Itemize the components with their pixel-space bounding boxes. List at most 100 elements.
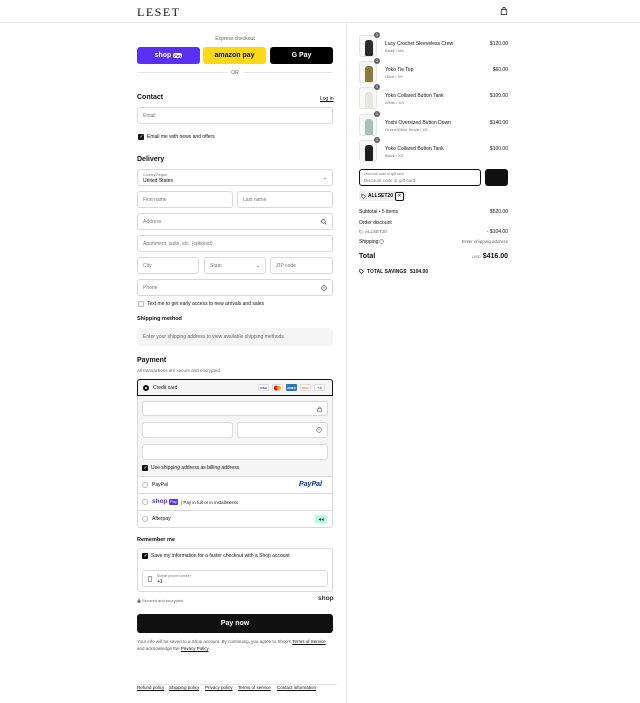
state-select[interactable]: State ⌄ [204,257,266,274]
first-name-field[interactable]: First name [137,191,233,208]
privacy-policy-link[interactable]: Privacy Policy [181,646,209,651]
product-name: Lucy Crochet Sleeveless Crew [385,41,454,47]
apply-discount-button[interactable] [485,169,508,186]
credit-card-label: Credit card [153,385,178,391]
store-logo[interactable]: LESET [137,5,181,20]
product-image [365,92,373,108]
order-discount-row: Order discount [359,220,508,226]
discount-code-placeholder: Discount code or gift card [364,178,416,183]
login-link[interactable]: Log in [320,96,334,102]
shop-pay-button[interactable]: shop Pay [137,47,200,64]
product-variant: White / XS [385,100,404,105]
product-image [365,145,373,161]
subtotal-label: Subtotal • 5 items [359,209,398,215]
shipping-method-info: Enter your shipping address to view avai… [137,328,333,346]
billing-same-checkbox[interactable] [142,465,148,471]
quantity-badge: 1 [374,137,380,143]
product-price: $60.00 [492,67,508,73]
credit-card-radio[interactable] [143,385,149,391]
tag-icon [359,229,363,234]
country-select[interactable]: Country/Region United States ⌄ [137,169,333,186]
card-number-field[interactable] [142,401,328,416]
paypal-logo: PayPal [299,481,322,488]
tag-icon [359,269,364,274]
column-divider [346,23,347,703]
discount-code-label: Discount code or gift card [364,172,404,176]
cart-item: 1 Yoko Collared Button Tank White / XS $100… [359,84,508,111]
amazon-pay-button[interactable]: amazon pay [203,47,266,64]
product-variant: Olive / XS [385,74,403,79]
product-image [365,66,373,82]
discount-code-field[interactable]: Discount code or gift card Discount code… [359,169,481,186]
quantity-badge: 1 [374,32,380,38]
total-amount: USD $416.00 [472,253,508,260]
quantity-badge: 1 [374,84,380,90]
remove-discount-icon[interactable]: ✕ [395,191,405,201]
phone-placeholder: Phone [143,284,158,291]
chevron-down-icon: ⌄ [255,262,260,269]
product-name: Yoko Collared Button Tank [385,93,444,99]
afterpay-label: Afterpay [152,516,171,522]
email-placeholder: Email [143,112,156,119]
help-circle-icon[interactable]: ? [321,284,327,291]
payment-divider [137,493,333,494]
shipping-method-heading: Shipping method [137,316,182,322]
amex-icon: AMEX [286,384,297,391]
mobile-phone-prefix: +1 [157,579,163,585]
payment-heading: Payment [137,357,167,364]
zip-placeholder: ZIP code [276,262,296,269]
address-field[interactable]: Address [137,213,333,230]
or-label: OR [231,69,239,76]
save-info-checkbox[interactable] [142,553,148,559]
total-savings-row: TOTAL SAVINGS $104.00 [359,269,508,275]
terms-of-service-footer-link[interactable]: Terms of service [238,685,271,690]
product-variant: Black / XS [385,153,404,158]
afterpay-icon [315,515,327,523]
pay-now-button[interactable]: Pay now [137,614,333,633]
first-name-placeholder: First name [143,196,167,203]
help-circle-icon[interactable]: ? [316,427,322,433]
shipping-policy-link[interactable]: Shipping policy [169,685,199,690]
shop-pay-badge: Pay [169,499,178,505]
contact-information-link[interactable]: Contact information [277,685,316,690]
sms-label: Text me to get early access to new arriv… [147,301,264,307]
city-field[interactable]: City [137,257,199,274]
amazon-pay-wordmark: amazon pay [214,52,255,59]
google-pay-button[interactable]: G Pay [270,47,333,64]
product-price: $140.00 [489,120,508,126]
last-name-field[interactable]: Last name [237,191,333,208]
help-circle-icon[interactable]: ? [379,239,384,246]
discover-icon: DISC [300,384,311,391]
product-thumbnail [359,87,377,109]
quantity-badge: 1 [374,111,380,117]
name-on-card-field[interactable] [142,444,328,460]
mobile-phone-field[interactable]: Mobile phone number +1 [142,570,328,587]
apartment-field[interactable]: Apartment, suite, etc. (optional) [137,235,333,252]
refund-policy-link[interactable]: Refund policy [137,685,164,690]
paypal-radio[interactable] [142,482,148,488]
phone-field[interactable]: Phone ? [137,279,333,296]
subtotal-row: Subtotal • 5 items $520.00 [359,209,508,215]
privacy-policy-footer-link[interactable]: Privacy policy [205,685,233,690]
remember-me-heading: Remember me [137,537,175,543]
product-thumbnail [359,61,377,83]
more-cards-badge: +4 [314,384,325,391]
terms-of-service-link[interactable]: Terms of Service [292,639,326,644]
total-label: Total [359,253,376,260]
security-code-field[interactable]: ? [237,422,328,438]
country-value: United States [143,178,174,184]
shopping-bag-icon[interactable] [500,7,508,15]
discount-value: - $104.00 [486,229,508,235]
payment-divider [137,476,333,477]
discount-code-name: ALLSET20 [365,229,387,234]
shop-pay-radio[interactable] [142,499,148,505]
mobile-phone-label: Mobile phone number [157,574,191,578]
applied-discount-code: ALLSET20 [368,193,394,199]
email-field[interactable]: Email [137,107,333,124]
subtotal-value: $520.00 [489,209,508,215]
expiry-field[interactable] [142,422,233,438]
newsletter-checkbox[interactable] [138,134,144,140]
zip-field[interactable]: ZIP code [270,257,333,274]
afterpay-radio[interactable] [142,516,148,522]
sms-checkbox[interactable] [138,301,144,307]
